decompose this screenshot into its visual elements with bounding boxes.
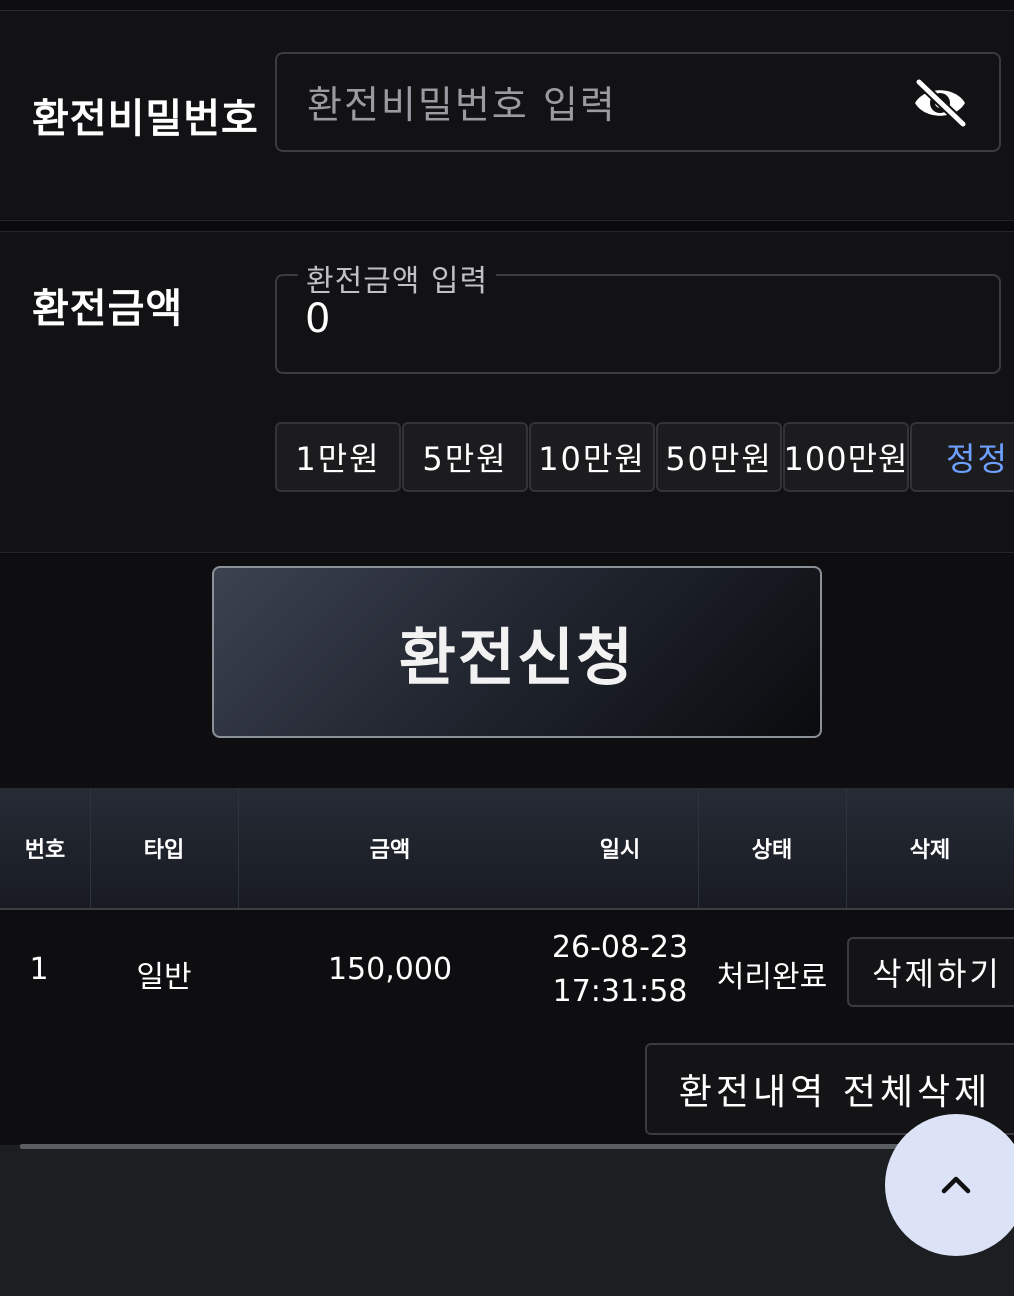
delete-button[interactable]: 삭제하기 [847, 937, 1014, 1007]
amount-field-label: 환전금액 입력 [298, 256, 497, 300]
row-status: 처리완료 [716, 960, 828, 995]
quick-amount-1m-button[interactable]: 100만원 [783, 422, 909, 492]
header-status: 상태 [751, 838, 793, 863]
section-divider [0, 220, 1014, 232]
bottom-area [0, 1145, 1014, 1296]
row-amount: 150,000 [327, 952, 453, 987]
table-header: 번호 타입 금액 일시 상태 삭제 [0, 788, 1014, 910]
scroll-top-button[interactable] [885, 1114, 1014, 1256]
amount-value: 0 [305, 296, 331, 342]
row-time: 17:31:58 [552, 974, 688, 1009]
quick-amount-500k-button[interactable]: 50만원 [656, 422, 782, 492]
quick-amount-10k-button[interactable]: 1만원 [275, 422, 401, 492]
header-amount: 금액 [369, 838, 411, 863]
header-date: 일시 [599, 838, 641, 863]
header-no: 번호 [24, 838, 66, 863]
password-label: 환전비밀번호 [32, 96, 259, 142]
amount-label: 환전금액 [32, 286, 184, 332]
section-divider [0, 552, 1014, 554]
header-type: 타입 [143, 838, 185, 863]
reset-button[interactable]: 정정 [910, 422, 1014, 492]
quick-amount-100k-button[interactable]: 10만원 [529, 422, 655, 492]
header-delete: 삭제 [909, 838, 951, 863]
row-no: 1 [29, 952, 49, 987]
quick-amount-50k-button[interactable]: 5만원 [402, 422, 528, 492]
password-placeholder: 환전비밀번호 입력 [307, 83, 617, 127]
horizontal-scrollbar[interactable] [20, 1144, 1014, 1149]
password-input[interactable]: 환전비밀번호 입력 [275, 52, 1001, 152]
row-type: 일반 [136, 960, 192, 995]
eye-off-icon[interactable] [911, 78, 969, 128]
chevron-up-icon [941, 1176, 971, 1194]
exchange-request-button[interactable]: 환전신청 [212, 566, 822, 738]
row-date: 26-08-23 [551, 930, 689, 965]
